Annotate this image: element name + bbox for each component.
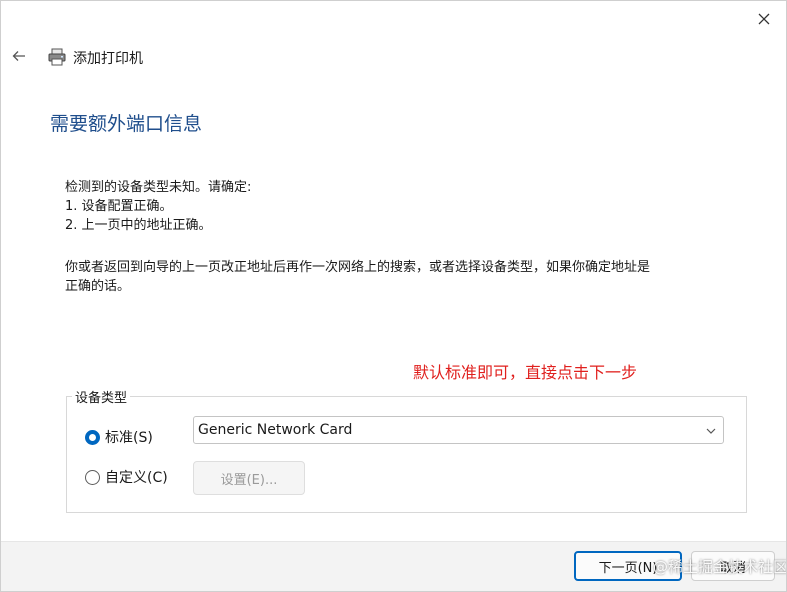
window-title: 添加打印机: [73, 51, 143, 67]
close-icon: [758, 13, 770, 25]
check-item-1: 1. 设备配置正确。: [65, 199, 173, 214]
close-button[interactable]: [754, 9, 774, 29]
printer-icon: [48, 48, 66, 66]
red-annotation: 默认标准即可，直接点击下一步: [413, 363, 638, 382]
back-button[interactable]: [10, 47, 28, 65]
radio-custom-indicator[interactable]: [85, 469, 100, 485]
radio-standard[interactable]: 标准(S): [85, 427, 153, 447]
back-arrow-icon: [12, 51, 25, 61]
instruction-line-2: 正确的话。: [65, 279, 131, 294]
radio-standard-label: 标准(S): [105, 430, 153, 446]
device-type-select-value: Generic Network Card: [198, 422, 353, 438]
radio-standard-indicator[interactable]: [85, 429, 100, 445]
intro-text: 检测到的设备类型未知。请确定:: [65, 180, 252, 195]
cancel-button[interactable]: 取消: [691, 551, 775, 581]
settings-button[interactable]: 设置(E)...: [193, 461, 305, 495]
add-printer-dialog: 添加打印机 需要额外端口信息 检测到的设备类型未知。请确定: 1. 设备配置正确…: [0, 0, 787, 592]
radio-custom[interactable]: 自定义(C): [85, 467, 168, 487]
device-type-select[interactable]: Generic Network Card: [193, 416, 724, 444]
next-button[interactable]: 下一页(N): [574, 551, 682, 581]
radio-custom-label: 自定义(C): [105, 470, 168, 486]
device-type-group: [66, 396, 747, 513]
chevron-down-icon: [706, 428, 716, 434]
page-heading: 需要额外端口信息: [50, 113, 203, 135]
device-type-legend: 设备类型: [72, 387, 131, 406]
instruction-line-1: 你或者返回到向导的上一页改正地址后再作一次网络上的搜索，或者选择设备类型，如果你…: [65, 260, 651, 275]
check-item-2: 2. 上一页中的地址正确。: [65, 218, 212, 233]
